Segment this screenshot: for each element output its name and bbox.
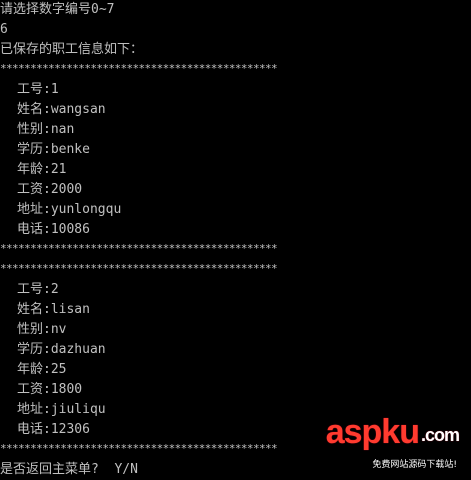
employee-education: 学历:dazhuan (17, 342, 106, 357)
user-input-echo: 6 (0, 22, 8, 37)
employee-id: 工号:1 (17, 82, 59, 97)
employee-id: 工号:2 (17, 282, 59, 297)
separator-line: ****************************************… (0, 442, 278, 455)
menu-prompt: 请选择数字编号0~7 (0, 2, 115, 17)
employee-name: 姓名:wangsan (17, 102, 106, 117)
return-menu-prompt[interactable]: 是否返回主菜单? Y/N (0, 460, 471, 480)
employee-salary: 工资:1800 (17, 382, 83, 397)
employee-gender: 性别:nv (17, 322, 67, 337)
employee-address: 地址:yunlongqu (17, 202, 122, 217)
employee-age: 年龄:21 (17, 162, 67, 177)
employee-age: 年龄:25 (17, 362, 67, 377)
separator-line: ****************************************… (0, 262, 278, 275)
employee-name: 姓名:lisan (17, 302, 90, 317)
separator-line: ****************************************… (0, 242, 278, 255)
employee-record: 工号:2 姓名:lisan 性别:nv 学历:dazhuan 年龄:25 工资:… (0, 280, 471, 440)
employee-phone: 电话:12306 (17, 422, 90, 437)
console-window: 请选择数字编号0~7 6 已保存的职工信息如下： ***************… (0, 0, 471, 480)
employee-education: 学历:benke (17, 142, 90, 157)
employee-salary: 工资:2000 (17, 182, 83, 197)
employee-phone: 电话:10086 (17, 222, 90, 237)
employee-record: 工号:1 姓名:wangsan 性别:nan 学历:benke 年龄:21 工资… (0, 80, 471, 240)
separator-line: ****************************************… (0, 62, 278, 75)
saved-records-title: 已保存的职工信息如下： (0, 42, 144, 57)
employee-address: 地址:jiuliqu (17, 402, 106, 417)
employee-gender: 性别:nan (17, 122, 75, 137)
